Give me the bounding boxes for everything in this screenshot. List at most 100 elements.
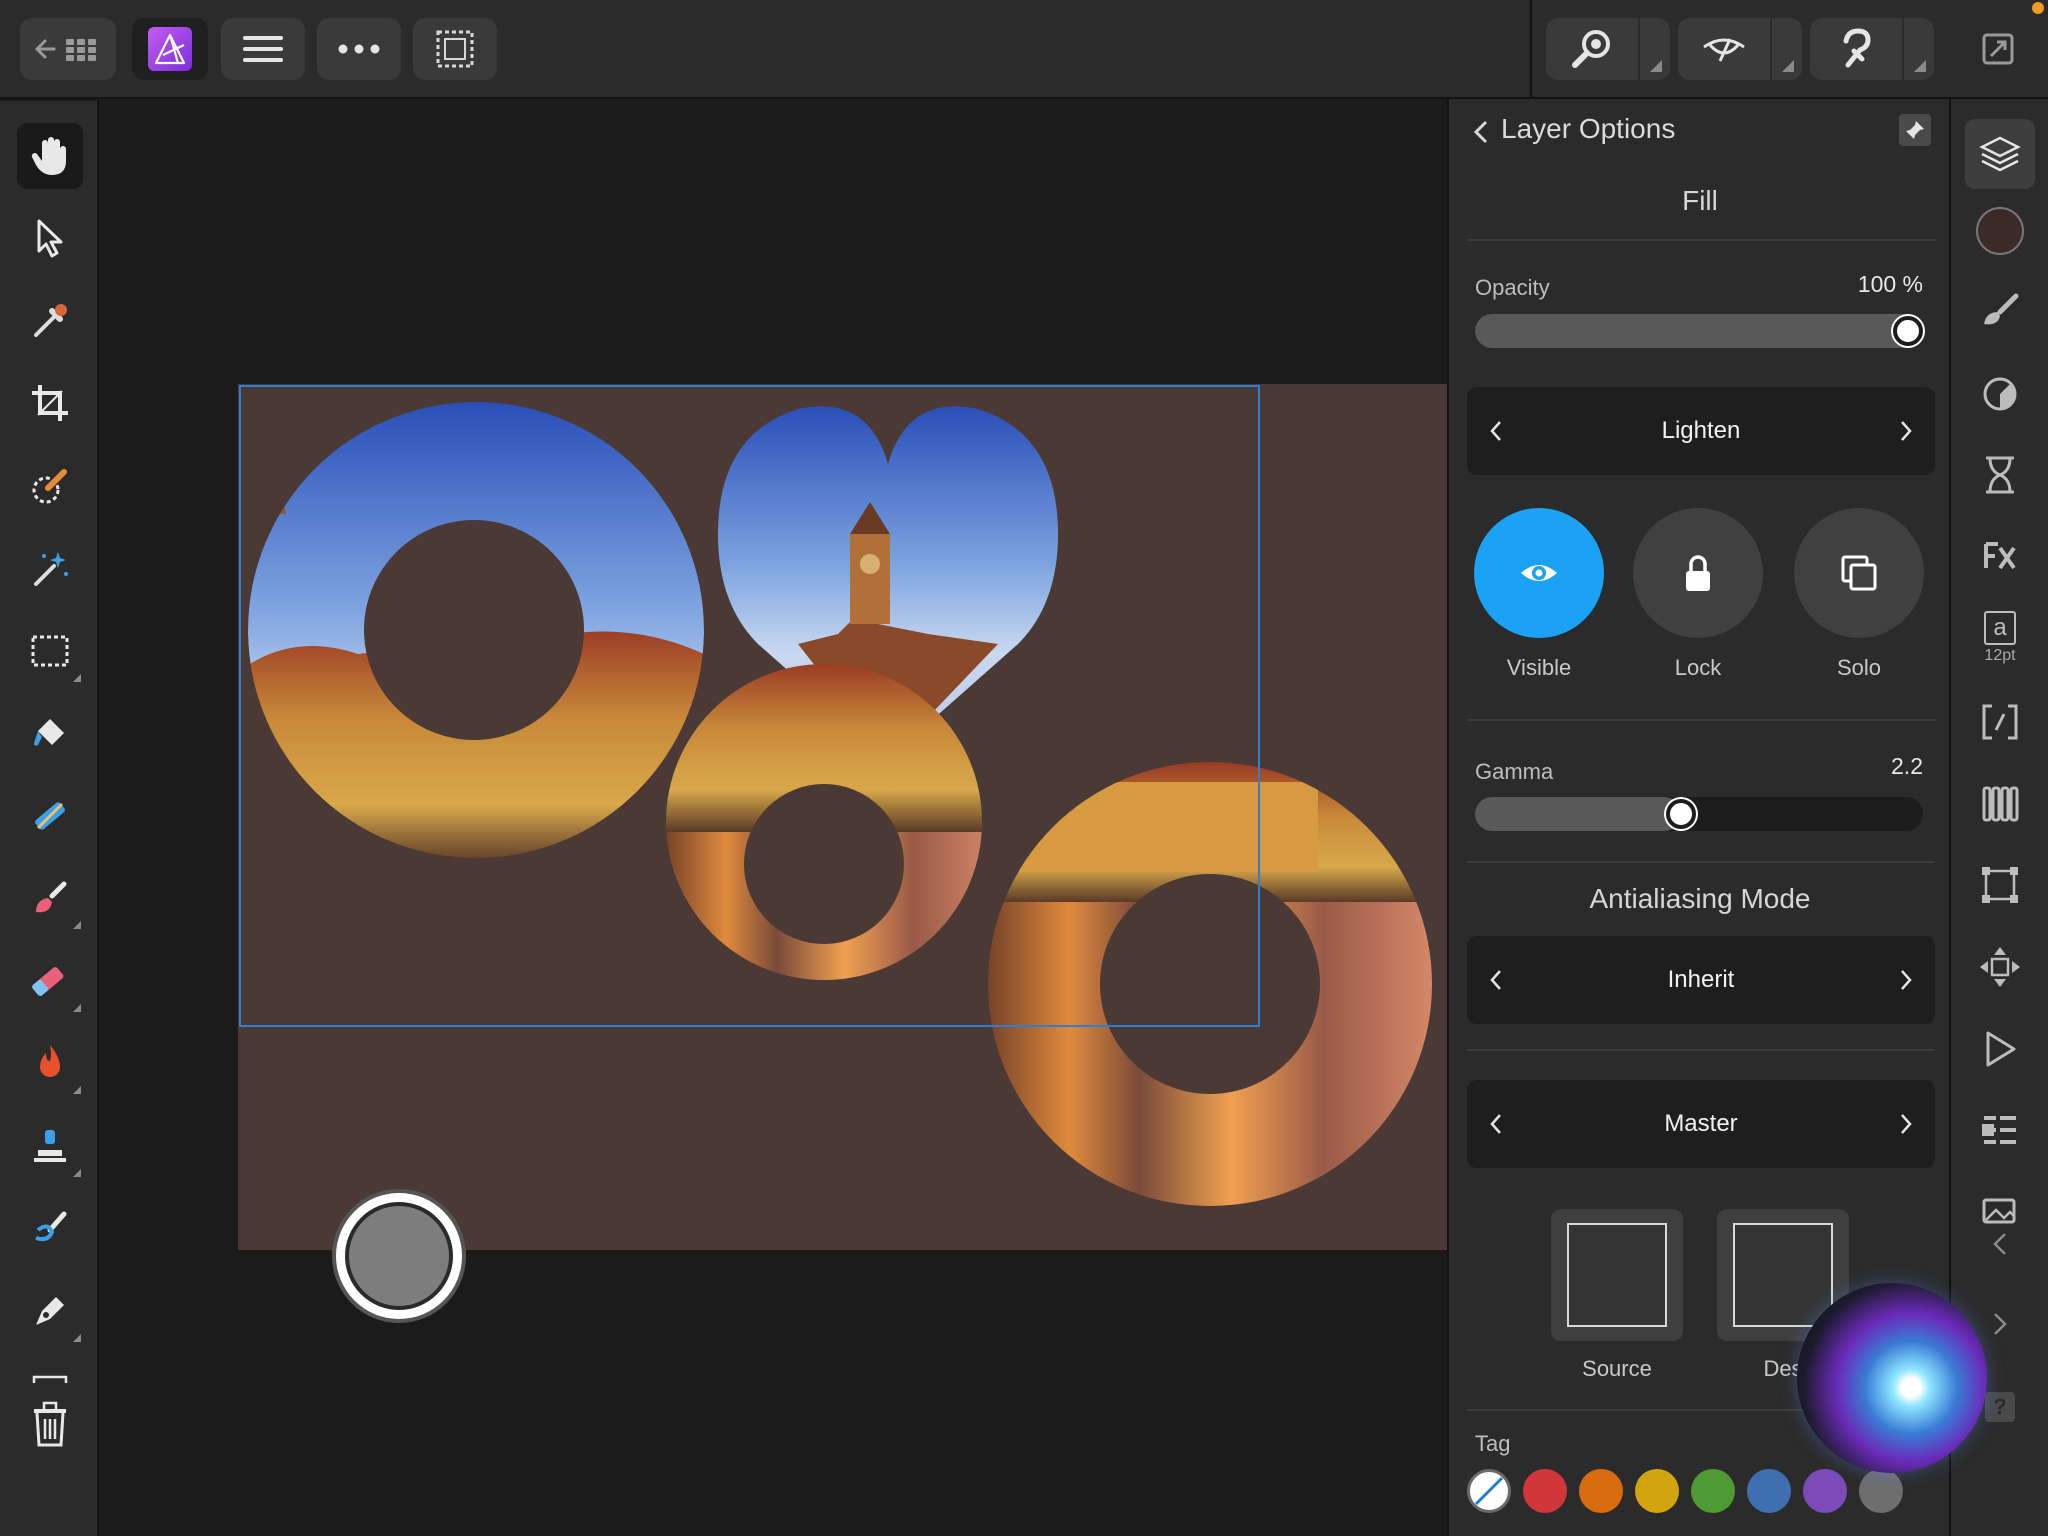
- fill-tool[interactable]: [17, 700, 83, 766]
- effects-studio-button[interactable]: [1965, 521, 2035, 591]
- gradient-icon: [35, 802, 65, 830]
- play-icon: [1986, 1031, 2016, 1067]
- studio-collapse-left-button[interactable]: [1965, 1219, 2035, 1269]
- pin-panel-button[interactable]: [1899, 114, 1931, 146]
- back-to-home-button[interactable]: [20, 18, 116, 80]
- chevron-left-icon[interactable]: [1473, 119, 1489, 145]
- selection-options-button[interactable]: [413, 18, 497, 80]
- channel-value: Master: [1664, 1110, 1738, 1137]
- tag-yellow-swatch[interactable]: [1635, 1469, 1679, 1513]
- affinity-photo-logo-icon: [148, 27, 192, 71]
- flood-select-tool[interactable]: [17, 535, 83, 601]
- flame-icon: [40, 1045, 60, 1077]
- adjustments-studio-button[interactable]: [1965, 359, 2035, 429]
- solo-toggle-button[interactable]: [1794, 508, 1924, 638]
- color-picker-tool[interactable]: [17, 288, 83, 354]
- ellipsis-icon: [338, 44, 380, 54]
- erase-tool[interactable]: [17, 948, 83, 1014]
- siri-orb[interactable]: [1797, 1283, 1987, 1473]
- magic-wand-icon: [34, 552, 68, 586]
- brush-stroke-icon: [1984, 293, 2019, 325]
- panel-title: Layer Options: [1501, 113, 1676, 144]
- pen-nib-icon: [36, 1297, 64, 1325]
- gamma-value[interactable]: 2.2: [1891, 753, 1923, 780]
- solo-label: Solo: [1836, 655, 1882, 680]
- tag-purple-swatch[interactable]: [1803, 1469, 1847, 1513]
- tools-panel: [0, 101, 99, 1536]
- opacity-slider[interactable]: [1475, 314, 1923, 348]
- text-styles-studio-button[interactable]: a 12pt: [1965, 603, 2035, 673]
- visible-toggle-button[interactable]: [1474, 508, 1604, 638]
- move-arrows-icon: [1980, 947, 2020, 987]
- text-style-badge: a: [1984, 611, 2016, 645]
- fullscreen-button[interactable]: [1962, 18, 2034, 80]
- blend-mode-value: Lighten: [1661, 417, 1741, 444]
- move-tool[interactable]: [17, 205, 83, 271]
- opacity-slider-knob[interactable]: [1893, 316, 1923, 346]
- divider: [1467, 719, 1935, 721]
- gamma-slider[interactable]: [1475, 797, 1923, 831]
- tag-orange-swatch[interactable]: [1579, 1469, 1623, 1513]
- adjustment-dial-icon: [1983, 377, 2017, 411]
- selection-brush-tool[interactable]: [17, 453, 83, 519]
- brushes-studio-button[interactable]: [1965, 277, 2035, 347]
- antialiasing-value: Inherit: [1667, 966, 1735, 993]
- clone-tool[interactable]: [17, 1113, 83, 1179]
- layers-studio-button[interactable]: [1965, 119, 2035, 189]
- zoom-button[interactable]: [1546, 18, 1670, 80]
- gamma-slider-knob[interactable]: [1666, 799, 1696, 829]
- view-mode-button[interactable]: [1678, 18, 1802, 80]
- masked-shapes-artwork[interactable]: [238, 384, 1464, 1250]
- source-range-box[interactable]: [1551, 1209, 1683, 1341]
- hand-tool[interactable]: [17, 123, 83, 189]
- code-studio-button[interactable]: [1965, 687, 2035, 757]
- pen-tool[interactable]: [17, 1278, 83, 1344]
- delete-button[interactable]: [17, 1363, 83, 1459]
- chevron-right-icon: [1994, 1313, 2007, 1335]
- tag-none-swatch[interactable]: [1467, 1469, 1511, 1513]
- photo-persona-button[interactable]: [132, 18, 208, 80]
- list-settings-icon: [1982, 1116, 2016, 1144]
- text-style-size: 12pt: [1984, 647, 2016, 664]
- transform-studio-button[interactable]: [1965, 850, 2035, 920]
- blend-mode-stepper[interactable]: Lighten: [1467, 387, 1935, 475]
- tag-blue-swatch[interactable]: [1747, 1469, 1791, 1513]
- tag-green-swatch[interactable]: [1691, 1469, 1735, 1513]
- opacity-value[interactable]: 100 %: [1858, 271, 1923, 298]
- opacity-slider-fill: [1475, 314, 1923, 348]
- smudge-icon: [35, 1211, 67, 1242]
- lock-toggle-button[interactable]: [1633, 508, 1763, 638]
- assistant-button[interactable]: [1810, 18, 1934, 80]
- gamma-slider-fill: [1475, 797, 1681, 831]
- smudge-tool[interactable]: [17, 1195, 83, 1261]
- burn-tool[interactable]: [17, 1030, 83, 1096]
- channel-stepper[interactable]: Master: [1467, 1080, 1935, 1168]
- macros-studio-button[interactable]: [1965, 1014, 2035, 1084]
- channels-studio-button[interactable]: [1965, 769, 2035, 839]
- tag-red-swatch[interactable]: [1523, 1469, 1567, 1513]
- notification-dot: [2032, 2, 2044, 14]
- history-studio-button[interactable]: [1965, 440, 2035, 510]
- gradient-tool[interactable]: [17, 783, 83, 849]
- chevron-left-icon: [1993, 1233, 2006, 1255]
- layers-icon: [1979, 136, 2021, 172]
- crop-tool[interactable]: [17, 370, 83, 436]
- antialiasing-stepper[interactable]: Inherit: [1467, 936, 1935, 1024]
- blend-mode-next-button[interactable]: [1891, 416, 1921, 446]
- marquee-selection-icon: [436, 30, 474, 68]
- more-button[interactable]: [317, 18, 401, 80]
- document-canvas[interactable]: [238, 384, 1464, 1250]
- channel-next-button[interactable]: [1891, 1109, 1921, 1139]
- eraser-icon: [32, 967, 64, 996]
- library-studio-button[interactable]: [1965, 1095, 2035, 1165]
- tag-gray-swatch[interactable]: [1859, 1469, 1903, 1513]
- marquee-tool[interactable]: [17, 618, 83, 684]
- paint-brush-tool[interactable]: [17, 865, 83, 931]
- canvas-area[interactable]: [101, 101, 1464, 1536]
- antialiasing-next-button[interactable]: [1891, 965, 1921, 995]
- transform-box-icon: [1982, 867, 2018, 903]
- navigator-studio-button[interactable]: [1965, 932, 2035, 1002]
- colour-studio-button[interactable]: [1965, 196, 2035, 266]
- quick-action-button[interactable]: [336, 1193, 462, 1319]
- menu-button[interactable]: [221, 18, 305, 80]
